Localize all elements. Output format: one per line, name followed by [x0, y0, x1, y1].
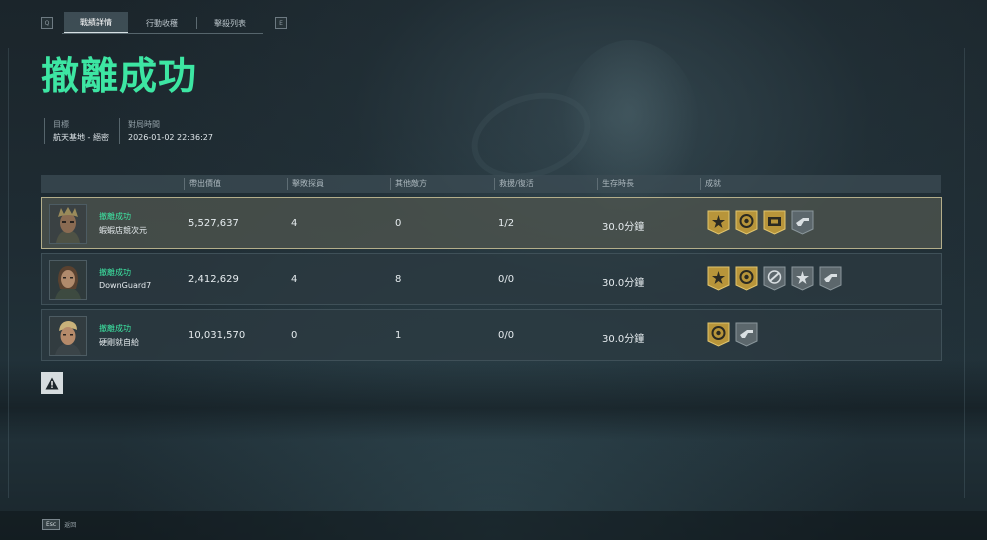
back-label: 返回 — [64, 522, 77, 529]
survival-time: 30.0分鐘 — [602, 222, 645, 233]
header-agents-defeated: 擊敗探員 — [287, 178, 324, 190]
operator-mask-avatar — [49, 204, 87, 244]
header-other-enemies: 其他敵方 — [390, 178, 427, 190]
gold-star-icon[interactable] — [707, 210, 730, 235]
tab-battle-details[interactable]: 戰績詳情 — [64, 12, 128, 34]
rescue-revive: 0/0 — [498, 274, 515, 285]
extraction-status: 撤離成功 — [99, 324, 131, 333]
tab-bar: Q 戰績詳情 行動收穫 擊殺列表 E — [41, 12, 287, 34]
tab-kill-list[interactable]: 擊殺列表 — [197, 13, 263, 33]
extraction-status: 撤離成功 — [99, 268, 131, 277]
background-haze — [0, 360, 987, 440]
survival-time: 30.0分鐘 — [602, 278, 645, 289]
tab-label: 擊殺列表 — [214, 18, 246, 28]
target-value: 航天基地 - 絕密 — [53, 133, 109, 142]
tab-label: 戰績詳情 — [80, 17, 112, 27]
extract-value: 10,031,570 — [188, 330, 246, 341]
silver-star-icon[interactable] — [791, 266, 814, 291]
header-achievements: 成就 — [700, 178, 721, 190]
silver-gun-icon[interactable] — [735, 322, 758, 347]
table-row[interactable]: 撤離成功 硬剛就自給 10,031,570 0 1 0/0 30.0分鐘 — [41, 309, 942, 361]
silver-gun-icon[interactable] — [819, 266, 842, 291]
player-name: 硬剛就自給 — [99, 338, 139, 347]
target-label: 目標 — [53, 120, 69, 129]
rescue-revive: 0/0 — [498, 330, 515, 341]
footer-bar — [0, 511, 987, 540]
silver-gun-icon[interactable] — [791, 210, 814, 235]
silver-tools-icon[interactable] — [763, 266, 786, 291]
back-button[interactable]: Esc 返回 — [42, 519, 76, 530]
achievement-list — [707, 210, 814, 235]
player-name: DownGuard7 — [99, 281, 152, 290]
agents-defeated: 4 — [291, 218, 298, 229]
table-row[interactable]: 撤離成功 蝦蝦店競次元 5,527,637 4 0 1/2 30.0分鐘 — [41, 197, 942, 249]
header-extract-value: 帶出價值 — [184, 178, 221, 190]
extraction-status: 撤離成功 — [99, 212, 131, 221]
extract-value: 5,527,637 — [188, 218, 239, 229]
result-title: 撤離成功 — [41, 54, 198, 98]
frame-line-left — [8, 48, 9, 498]
agents-defeated: 4 — [291, 274, 298, 285]
tab-prev-key[interactable]: Q — [41, 17, 53, 29]
tabs-underline — [62, 33, 263, 34]
background-tower — [560, 40, 700, 220]
tab-label: 行動收穫 — [146, 18, 178, 28]
match-time-info: 對局時間 2026-01-02 22:36:27 — [119, 118, 213, 144]
gold-medal-icon[interactable] — [735, 266, 758, 291]
extract-value: 2,412,629 — [188, 274, 239, 285]
frame-line-right — [964, 48, 965, 498]
gold-card-icon[interactable] — [763, 210, 786, 235]
operator-blond-avatar — [49, 316, 87, 356]
gold-medal-icon[interactable] — [735, 210, 758, 235]
header-rescue-revive: 救援/復活 — [494, 178, 534, 190]
other-enemies: 1 — [395, 330, 402, 341]
match-time-value: 2026-01-02 22:36:27 — [128, 133, 213, 142]
achievement-list — [707, 266, 842, 291]
report-button[interactable] — [41, 372, 63, 394]
other-enemies: 8 — [395, 274, 402, 285]
tab-action-rewards[interactable]: 行動收穫 — [128, 13, 196, 33]
header-survival-time: 生存時長 — [597, 178, 634, 190]
rescue-revive: 1/2 — [498, 218, 515, 229]
gold-star-icon[interactable] — [707, 266, 730, 291]
other-enemies: 0 — [395, 218, 402, 229]
agents-defeated: 0 — [291, 330, 298, 341]
match-time-label: 對局時間 — [128, 120, 160, 129]
tab-next-key[interactable]: E — [275, 17, 287, 29]
player-name: 蝦蝦店競次元 — [99, 226, 147, 235]
achievement-list — [707, 322, 758, 347]
target-info: 目標 航天基地 - 絕密 — [44, 118, 109, 144]
survival-time: 30.0分鐘 — [602, 334, 645, 345]
table-row[interactable]: 撤離成功 DownGuard7 2,412,629 4 8 0/0 30.0分鐘 — [41, 253, 942, 305]
warning-icon — [45, 377, 59, 389]
esc-key: Esc — [42, 519, 61, 530]
operator-female-avatar — [49, 260, 87, 300]
gold-medal-icon[interactable] — [707, 322, 730, 347]
table-header: 帶出價值 擊敗探員 其他敵方 救援/復活 生存時長 成就 — [41, 175, 941, 193]
